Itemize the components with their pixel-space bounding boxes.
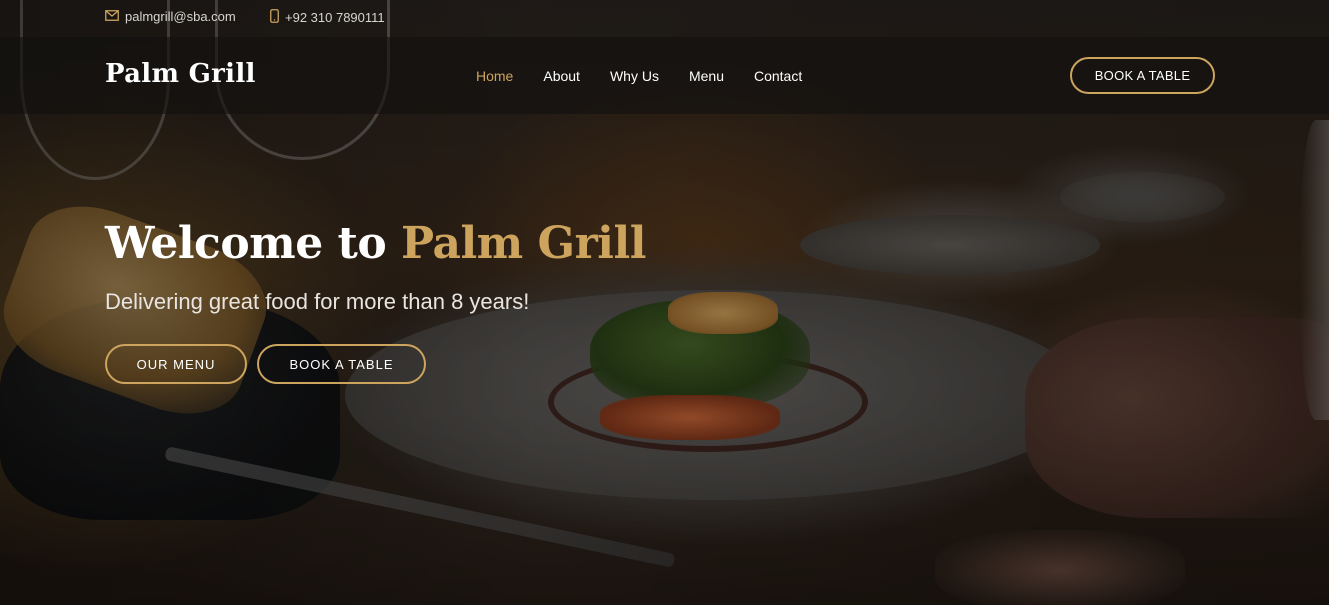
nav-home[interactable]: Home (476, 68, 513, 84)
main-nav: Home About Why Us Menu Contact (476, 68, 832, 84)
site-header: Palm Grill Home About Why Us Menu Contac… (0, 37, 1329, 114)
header-book-table-button[interactable]: BOOK A TABLE (1070, 57, 1215, 94)
topbar: palmgrill@sba.com +92 310 7890111 (0, 0, 1329, 36)
our-menu-button[interactable]: OUR MENU (105, 344, 247, 384)
nav-menu[interactable]: Menu (689, 68, 724, 84)
hero-book-table-button[interactable]: BOOK A TABLE (257, 344, 426, 384)
topbar-email[interactable]: palmgrill@sba.com (105, 9, 236, 24)
hero-subtitle: Delivering great food for more than 8 ye… (105, 289, 530, 314)
nav-contact[interactable]: Contact (754, 68, 802, 84)
nav-why-us[interactable]: Why Us (610, 68, 659, 84)
envelope-icon (105, 10, 119, 23)
mobile-phone-icon (270, 9, 279, 25)
hero-title-prefix: Welcome to (105, 218, 387, 269)
hero-title-accent: Palm Grill (401, 218, 646, 269)
hero-title: Welcome to Palm Grill (105, 218, 646, 269)
site-logo[interactable]: Palm Grill (105, 59, 256, 89)
email-text[interactable]: palmgrill@sba.com (125, 9, 236, 24)
nav-about[interactable]: About (543, 68, 580, 84)
phone-text[interactable]: +92 310 7890111 (285, 10, 385, 25)
topbar-phone[interactable]: +92 310 7890111 (270, 9, 385, 25)
